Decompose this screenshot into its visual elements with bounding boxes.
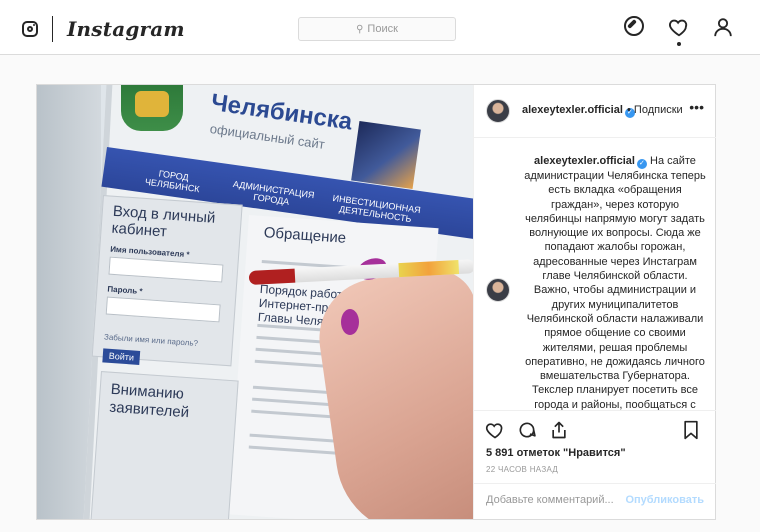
caption-avatar[interactable] [486,278,510,302]
photo-nav-item: АДМИНИСТРАЦИЯ ГОРОДА [232,178,316,207]
photo-login-panel: Вход в личный кабинет Имя пользователя *… [91,195,243,367]
top-nav: Instagram ⚲ Поиск [0,0,760,55]
post-actions: 5 891 отметок "Нравится" 22 ЧАСОВ НАЗАД … [474,410,716,519]
photo-user-field [108,256,224,283]
caption: alexeytexler.official ✓ На сайте админист… [524,154,706,410]
photo-login-button: Войти [102,348,141,365]
publish-button[interactable]: Опубликовать [625,494,704,506]
post-header: alexeytexler.official ✓ • Подписки ••• [474,85,716,138]
likes-count[interactable]: 5 891 отметок "Нравится" [486,447,626,459]
post-sidebar: alexeytexler.official ✓ • Подписки ••• al… [473,85,716,519]
save-bookmark-icon[interactable] [680,419,702,441]
photo-nail [341,309,359,335]
nav-icons [624,16,734,46]
photo-city-image [351,120,421,190]
header-username[interactable]: alexeytexler.official ✓ [522,104,635,118]
search-box[interactable]: ⚲ Поиск [298,17,456,41]
username-text[interactable]: alexeytexler.official [522,104,623,116]
search-placeholder: Поиск [367,23,398,35]
photo-pass-label: Пароль * [107,284,143,296]
instagram-camera-icon[interactable] [22,21,38,37]
activity-dot [677,42,681,46]
post-timestamp[interactable]: 22 ЧАСОВ НАЗАД [486,465,558,474]
logo[interactable]: Instagram [22,16,185,42]
post-card: Челябинска официальный сайт ГОРОД ЧЕЛЯБИ… [36,84,716,520]
photo-main-title: Обращение [263,224,347,247]
photo-crest [121,85,183,131]
avatar[interactable] [486,99,510,123]
more-options-icon[interactable]: ••• [689,99,704,115]
photo-login-title: Вход в личный кабинет [111,202,216,241]
like-heart-icon[interactable] [484,419,506,441]
caption-area: alexeytexler.official ✓ На сайте админист… [474,138,716,410]
search-icon: ⚲ [356,23,364,35]
post-photo[interactable]: Челябинска официальный сайт ГОРОД ЧЕЛЯБИ… [37,85,473,519]
verified-badge-icon: ✓ [636,159,647,169]
caption-username[interactable]: alexeytexler.official [534,155,635,167]
photo-nav-item: ГОРОД ЧЕЛЯБИНСК [144,168,201,195]
share-upload-icon[interactable] [548,419,570,441]
instagram-wordmark[interactable]: Instagram [67,17,185,41]
photo-forgot-link: Забыли имя или пароль? [103,332,199,348]
photo-nav-item: ИНВЕСТИЦИОННАЯ ДЕЯТЕЛЬНОСТЬ [332,192,422,225]
photo-notice-title: Вниманию заявителей [108,380,190,422]
logo-divider [52,16,53,42]
photo-pass-field [105,296,221,323]
dot-separator: • [627,104,634,116]
profile-icon[interactable] [712,16,734,38]
comment-bubble-icon[interactable] [516,419,538,441]
following-status[interactable]: • Подписки [627,104,683,116]
following-label[interactable]: Подписки [634,104,683,116]
explore-icon[interactable] [624,16,646,38]
comment-input[interactable] [486,494,636,506]
photo-notice-panel: Вниманию заявителей [90,371,239,519]
comment-box: Опубликовать [474,483,716,518]
caption-text: На сайте администрации Челябинска теперь… [524,155,706,410]
heart-icon[interactable] [668,16,690,46]
action-row [484,419,570,441]
